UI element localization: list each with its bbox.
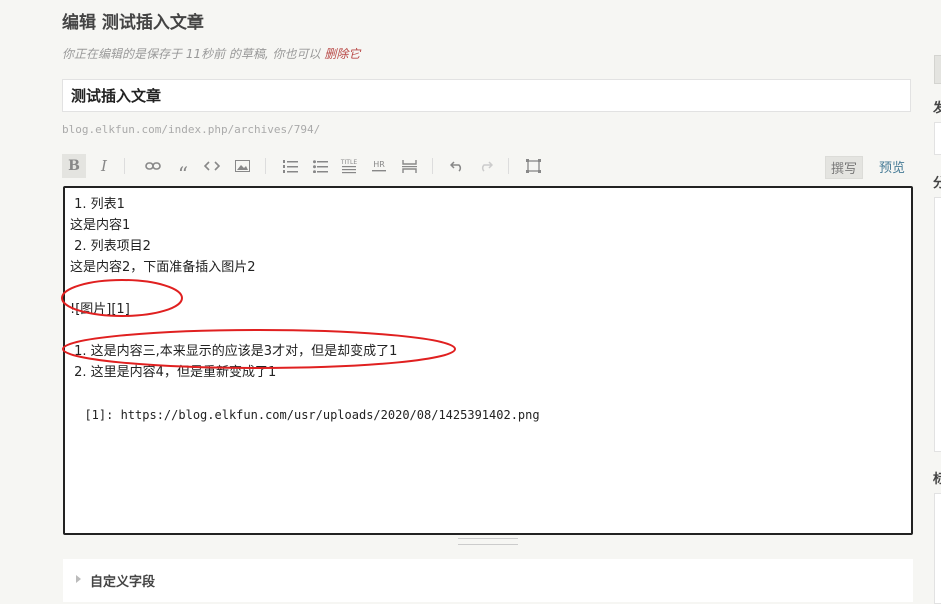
- editor-toolbar: B I “ TITLE HR 撰写 预览: [62, 152, 913, 186]
- tab-write[interactable]: 撰写: [825, 156, 864, 179]
- page-title: 编辑 测试插入文章: [62, 13, 204, 33]
- link-icon[interactable]: [141, 154, 165, 178]
- hr-label: HR: [373, 160, 385, 169]
- toolbar-divider: [508, 158, 509, 174]
- tab-preview[interactable]: 预览: [874, 156, 910, 177]
- toolbar-divider: [432, 158, 433, 174]
- permalink[interactable]: blog.elkfun.com/index.php/archives/794/: [62, 123, 320, 136]
- sidebar-label: 分: [933, 176, 941, 191]
- delete-draft-link[interactable]: 删除它: [324, 47, 360, 61]
- editor-line: [1]: https://blog.elkfun.com/usr/uploads…: [70, 408, 540, 422]
- italic-button[interactable]: I: [92, 154, 116, 178]
- code-icon[interactable]: [200, 154, 224, 178]
- editor-line: 1. 列表1: [70, 197, 125, 212]
- custom-fields-label: 自定义字段: [90, 575, 156, 590]
- editor-resize-handle[interactable]: [458, 538, 518, 545]
- undo-icon[interactable]: [445, 154, 469, 178]
- toolbar-divider: [265, 158, 266, 174]
- heading-label: TITLE: [340, 158, 358, 166]
- image-icon[interactable]: [230, 154, 254, 178]
- bold-button[interactable]: B: [62, 154, 86, 178]
- sidebar-tags-field[interactable]: [934, 493, 941, 604]
- markdown-editor[interactable]: 1. 列表1 这是内容1 2. 列表项目2 这是内容2，下面准备插入图片2 ![…: [63, 186, 913, 535]
- editor-line: 这是内容2，下面准备插入图片2: [70, 260, 256, 275]
- heading-icon[interactable]: TITLE: [337, 154, 361, 178]
- draft-notice-text: 你正在编辑的是保存于 11秒前 的草稿, 你也可以: [62, 47, 325, 61]
- editor-line: 2. 列表项目2: [70, 239, 151, 254]
- post-title-input[interactable]: [62, 79, 911, 112]
- draft-notice: 你正在编辑的是保存于 11秒前 的草稿, 你也可以 删除它: [62, 45, 360, 62]
- sidebar-field[interactable]: [934, 122, 941, 155]
- editor-line: 2. 这里是内容4，但是重新变成了1: [70, 365, 277, 380]
- sidebar-button[interactable]: [934, 55, 941, 84]
- toolbar-divider: [124, 158, 125, 174]
- sidebar-category-list[interactable]: [934, 197, 941, 452]
- sidebar-label: 发: [933, 101, 941, 116]
- editor-line: 1. 这是内容三,本来显示的应该是3才对，但是却变成了1: [70, 344, 398, 359]
- custom-fields-section[interactable]: 自定义字段: [63, 559, 913, 602]
- redo-icon[interactable]: [474, 154, 498, 178]
- editor-line: 这是内容1: [70, 218, 131, 233]
- editor-line: ![图片][1]: [70, 302, 130, 317]
- expand-arrow-icon: [76, 575, 81, 583]
- blockquote-icon[interactable]: “: [171, 154, 195, 186]
- fullscreen-icon[interactable]: [521, 154, 545, 178]
- horizontal-rule-icon[interactable]: HR: [367, 154, 391, 178]
- page-break-icon[interactable]: [397, 154, 421, 178]
- unordered-list-icon[interactable]: [308, 154, 332, 178]
- sidebar-label: 标: [933, 472, 941, 487]
- ordered-list-icon[interactable]: [278, 154, 302, 178]
